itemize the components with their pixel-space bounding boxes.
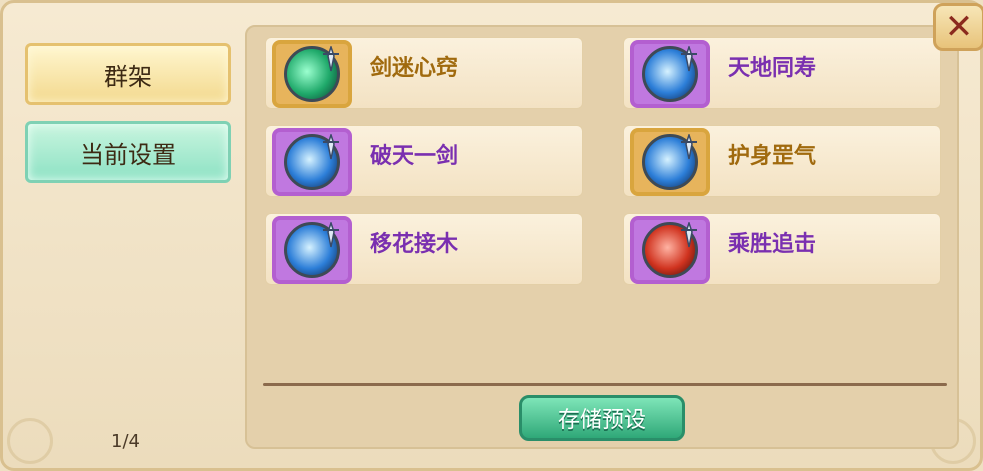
sword-icon (323, 222, 339, 248)
skill-preset-panel: 剑迷心窍 天地同寿 破天一剑 护身罡气 移花接木 乘胜追击 存储预设 (245, 25, 959, 449)
sword-icon (681, 222, 697, 248)
tab-group-fight[interactable]: 群架 (25, 43, 231, 105)
divider (263, 383, 947, 386)
dialog-frame: 群架 当前设置 1/4 剑迷心窍 天地同寿 破天一剑 护身罡气 移花接木 乘胜追… (0, 0, 983, 471)
skill-name: 护身罡气 (728, 144, 817, 169)
skill-slot[interactable]: 移花接木 (265, 213, 583, 285)
skill-name: 移花接木 (370, 232, 459, 257)
skill-slot[interactable]: 破天一剑 (265, 125, 583, 197)
red-broken-heart-skill-icon (630, 216, 710, 284)
tab-current-settings[interactable]: 当前设置 (25, 121, 231, 183)
blue-slash-skill-icon (630, 40, 710, 108)
skill-slot[interactable]: 护身罡气 (623, 125, 941, 197)
sword-icon (681, 134, 697, 160)
skill-slot[interactable]: 天地同寿 (623, 37, 941, 109)
save-preset-label: 存储预设 (557, 408, 646, 433)
skill-name: 乘胜追击 (728, 232, 817, 257)
skill-name: 剑迷心窍 (370, 56, 459, 81)
sword-icon (681, 46, 697, 72)
category-sidebar: 群架 当前设置 1/4 (17, 31, 243, 463)
blue-swirl-skill-icon (272, 216, 352, 284)
blue-guard-skill-icon (630, 128, 710, 196)
sword-icon (323, 46, 339, 72)
tab-label: 群架 (104, 62, 152, 91)
skill-slot[interactable]: 乘胜追击 (623, 213, 941, 285)
blue-burst-skill-icon (272, 128, 352, 196)
page-indicator: 1/4 (111, 431, 140, 452)
skill-slot[interactable]: 剑迷心窍 (265, 37, 583, 109)
save-preset-button[interactable]: 存储预设 (519, 395, 685, 441)
skill-name: 天地同寿 (728, 56, 817, 81)
green-swirl-skill-icon (272, 40, 352, 108)
skill-name: 破天一剑 (370, 144, 459, 169)
sword-icon (323, 134, 339, 160)
close-icon: ✕ (944, 7, 974, 47)
close-button[interactable]: ✕ (933, 3, 983, 51)
tab-label: 当前设置 (80, 140, 176, 169)
